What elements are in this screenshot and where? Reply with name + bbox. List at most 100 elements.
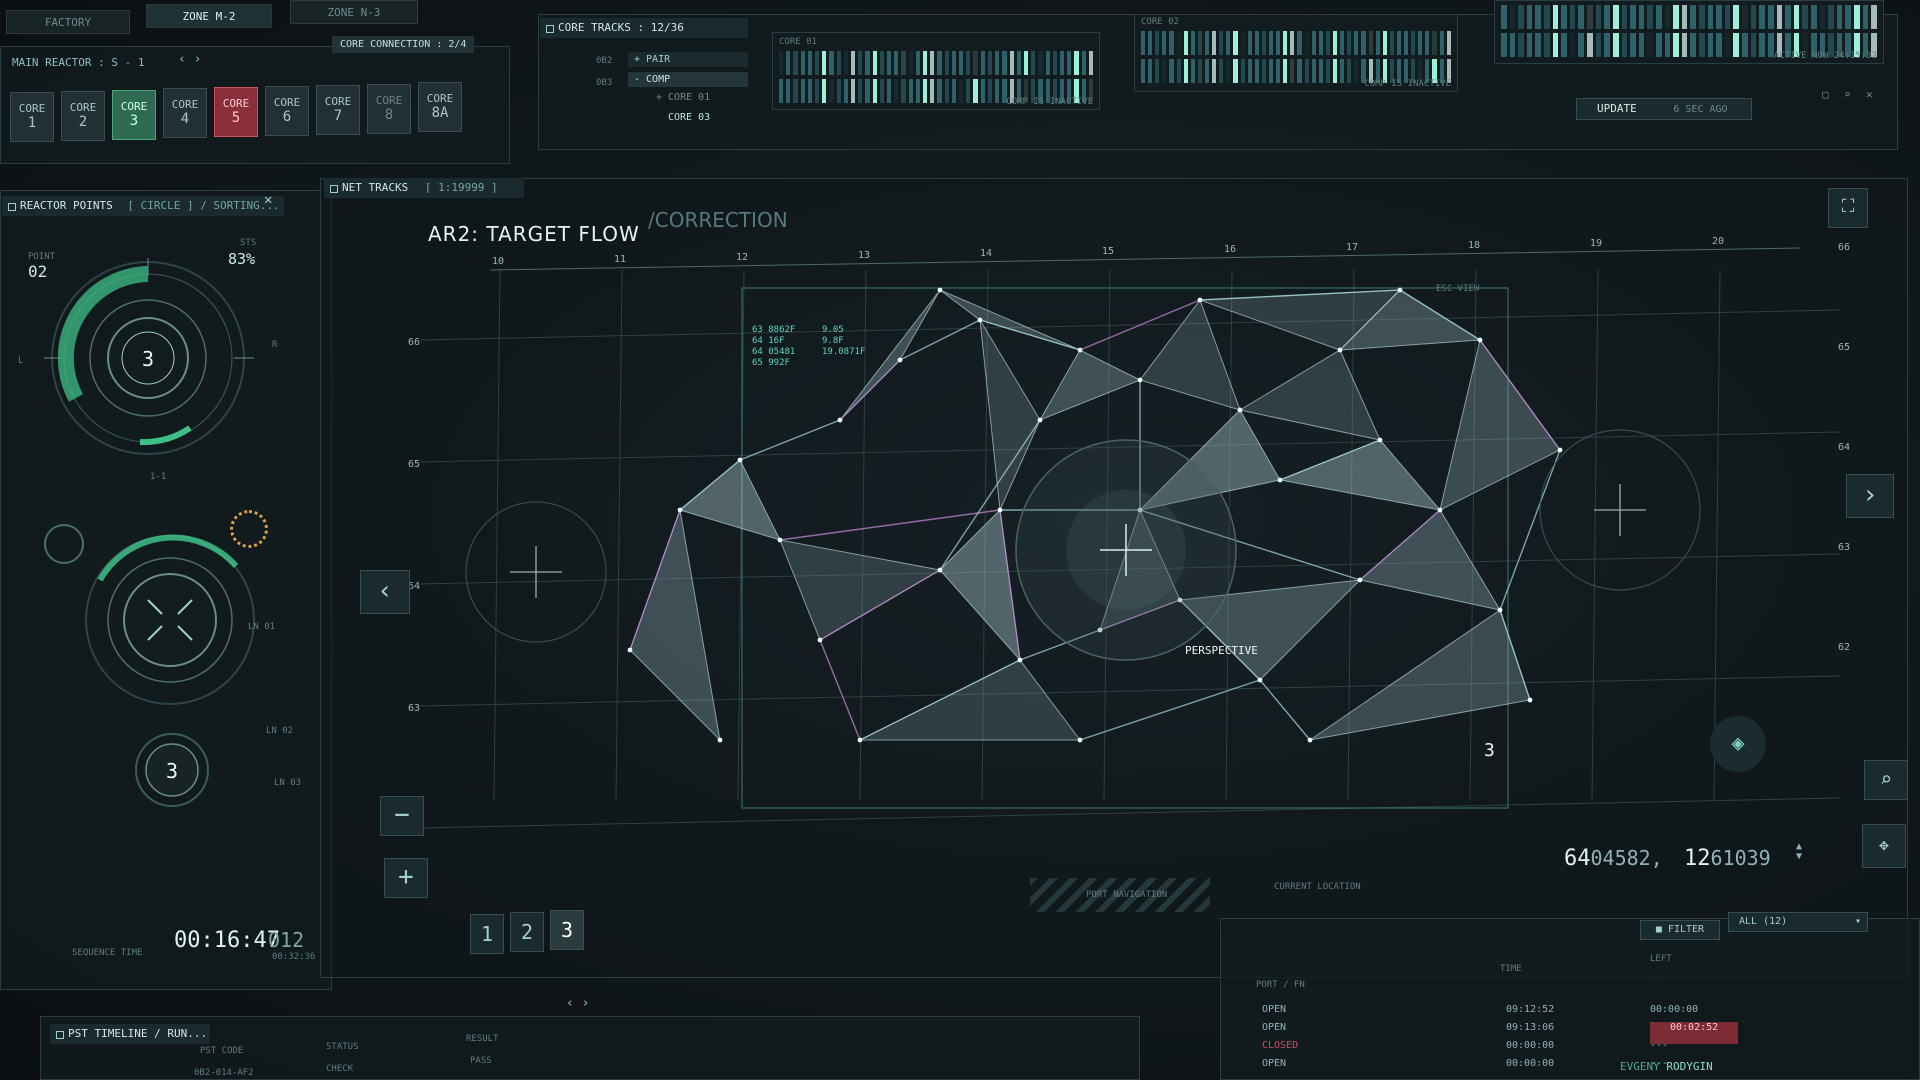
track-bar <box>1595 5 1602 29</box>
track-bar <box>1290 31 1295 55</box>
reactor-nav-arrows[interactable]: ‹ › <box>178 52 201 67</box>
core-button-8[interactable]: CORE 8 <box>367 84 411 134</box>
y-tick-right: 63 <box>1838 542 1850 553</box>
track-bar <box>1526 5 1533 29</box>
reactor-points-header[interactable]: REACTOR POINTS [ CIRCLE ] / SORTING... <box>2 196 284 216</box>
core-button-6[interactable]: CORE 6 <box>265 86 309 136</box>
col-left: LEFT <box>1650 954 1672 964</box>
track-bar <box>1002 51 1007 75</box>
readout-line: 64 16F <box>752 336 785 346</box>
track-bar <box>1247 59 1252 83</box>
track-bar <box>1404 31 1409 55</box>
track-bar <box>1190 31 1195 55</box>
core-button-7[interactable]: CORE 7 <box>316 85 360 135</box>
core-button-1[interactable]: CORE 1 <box>10 92 54 142</box>
reactor-warning-icon[interactable] <box>230 510 268 548</box>
core-word: CORE <box>324 95 352 108</box>
track-bar <box>1240 31 1245 55</box>
track-bar <box>1699 5 1705 29</box>
track-bar <box>1518 5 1524 29</box>
y-tick-labels-right: 66 65 64 63 62 <box>1838 242 1850 653</box>
track-bar <box>1219 31 1224 55</box>
page-button-3[interactable]: 3 <box>550 910 584 950</box>
reactor-gauge-middle <box>85 534 255 705</box>
y-tick-right: 65 <box>1838 342 1850 353</box>
timeline-header[interactable]: PST TIMELINE / RUN... <box>50 1024 210 1044</box>
reactor-close-icon[interactable]: ✕ <box>264 192 272 208</box>
x-tick: 14 <box>980 248 992 259</box>
track-bar <box>1276 31 1281 55</box>
tree-core-03[interactable]: CORE 03 <box>668 112 710 123</box>
track-bar <box>915 51 921 75</box>
track-bar <box>1612 33 1619 57</box>
track-bar <box>1347 59 1352 83</box>
track-bar <box>1148 59 1153 83</box>
track-bar <box>1261 31 1266 55</box>
search-icon[interactable]: ⌕ <box>1844 88 1851 101</box>
location-stepper-icon[interactable]: ▲ ▼ <box>1796 842 1802 862</box>
core-button-8a[interactable]: CORE 8A <box>418 82 462 132</box>
track-bar <box>800 51 805 75</box>
track-bar <box>1169 59 1174 83</box>
track-bar <box>1340 31 1345 55</box>
nav-right-button[interactable]: › <box>1846 474 1894 518</box>
sequence-sub: 00:32:36 <box>272 952 316 962</box>
core-button-4[interactable]: CORE 4 <box>163 88 207 138</box>
nav-left-button[interactable]: ‹ <box>360 570 410 614</box>
track-bar <box>1074 51 1079 75</box>
core-number: 4 <box>180 111 190 127</box>
track-bar <box>1155 31 1160 55</box>
tree-core-01[interactable]: + CORE 01 <box>656 92 710 103</box>
track-label: CORE 01 <box>779 37 817 47</box>
current-location-label: CURRENT LOCATION <box>1274 882 1361 892</box>
update-button[interactable]: UPDATE 6 SEC AGO <box>1576 98 1752 120</box>
zoom-in-button[interactable]: + <box>384 858 428 898</box>
track-bar <box>1311 59 1316 83</box>
window-icon[interactable]: ▢ <box>1822 88 1829 101</box>
track-bar <box>1304 31 1309 55</box>
core-button-3[interactable]: CORE 3 <box>112 90 156 140</box>
fullscreen-icon[interactable]: ⛶ <box>1828 188 1868 228</box>
track-bar <box>1673 5 1679 29</box>
y-tick-right: 66 <box>1838 242 1850 253</box>
core-code-1: 0B2 <box>596 56 613 66</box>
track-bar <box>793 79 798 103</box>
track-bar <box>807 51 813 75</box>
track-bar <box>815 51 820 75</box>
sequence-time: 00:16:47 <box>174 928 280 953</box>
page-button-2[interactable]: 2 <box>510 912 544 952</box>
tree-pair[interactable]: + PAIR <box>628 52 748 67</box>
page-button-1[interactable]: 1 <box>470 914 504 954</box>
pan-control-icon[interactable]: ✥ <box>1862 824 1906 868</box>
filter-button[interactable]: ■ FILTER <box>1640 920 1720 940</box>
close-icon[interactable]: ✕ <box>1866 88 1873 101</box>
core-tracks-header[interactable]: CORE TRACKS : 12/36 <box>540 18 748 38</box>
track-bar <box>1354 31 1359 55</box>
core-button-2[interactable]: CORE 2 <box>61 91 105 141</box>
side-label-ln03: LN 03 <box>274 778 302 788</box>
track-bar <box>822 51 827 75</box>
track-bar <box>1276 59 1281 83</box>
track-bar <box>1233 31 1238 55</box>
zoom-out-button[interactable]: − <box>380 796 424 836</box>
cube-view-icon[interactable]: ◈ <box>1710 716 1766 772</box>
zoom-search-icon[interactable]: ⌕ <box>1864 760 1908 800</box>
core-code-2: 0B3 <box>596 78 613 88</box>
location-lon-int: 12 <box>1684 846 1711 871</box>
track-bar <box>1638 5 1645 29</box>
main-reactor-label: MAIN REACTOR : S - 1 <box>12 56 145 69</box>
track-bar <box>1767 5 1774 29</box>
tab-zone-m2[interactable]: ZONE M-2 <box>146 4 272 28</box>
track-bar <box>1382 31 1387 55</box>
timeline-nav-arrows[interactable]: ‹ › <box>566 996 589 1011</box>
track-bar <box>944 79 949 103</box>
track-bar <box>987 51 993 75</box>
tab-factory[interactable]: FACTORY <box>6 10 130 34</box>
filter-dropdown[interactable]: ALL (12) ▾ <box>1728 912 1868 932</box>
track-bar <box>1297 31 1302 55</box>
tree-comp[interactable]: - COMP <box>628 72 748 87</box>
core-button-5[interactable]: CORE 5 <box>214 87 258 137</box>
reactor-dial-icon[interactable] <box>44 524 84 564</box>
tab-zone-n3[interactable]: ZONE N-3 <box>290 0 418 24</box>
core-word: CORE <box>222 97 250 110</box>
